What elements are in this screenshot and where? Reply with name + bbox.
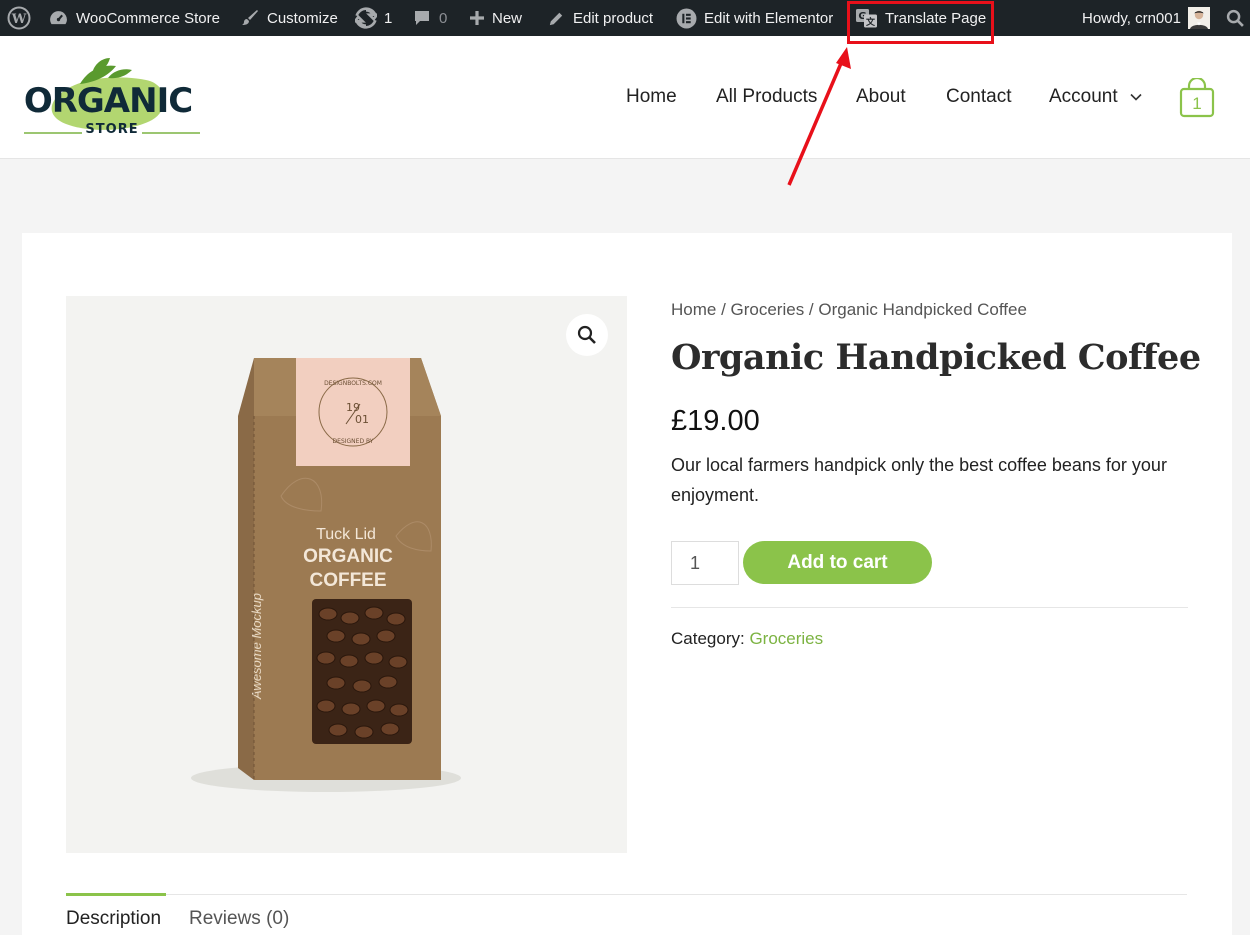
edit-product-link[interactable]: Edit product (547, 0, 653, 36)
edit-elementor-label: Edit with Elementor (704, 9, 834, 27)
cart-count: 1 (1192, 94, 1201, 113)
category-label: Category: (671, 629, 750, 648)
updates-count: 1 (384, 9, 393, 27)
comments-count: 0 (439, 9, 448, 27)
updates-icon (355, 7, 377, 29)
divider (671, 607, 1188, 608)
new-content-menu[interactable]: New (469, 0, 522, 36)
admin-search-icon[interactable] (1226, 0, 1245, 36)
product-category: Category: Groceries (671, 629, 823, 649)
bag-side-text: Awesome Mockup (249, 593, 264, 700)
nav-about[interactable]: About (856, 86, 906, 108)
svg-text:W: W (11, 12, 27, 27)
product-gallery: 19 01 DESIGNBOLTS.COM DESIGNED BY Tuck L… (66, 296, 627, 853)
translate-highlight-box (847, 1, 994, 44)
user-avatar-icon (1187, 7, 1210, 29)
cart-button[interactable]: 1 (1179, 76, 1215, 123)
active-tab-indicator (66, 893, 166, 896)
logo-wordmark: ORGANIC (24, 81, 192, 121)
nav-home[interactable]: Home (626, 86, 677, 108)
magnifier-icon (577, 325, 596, 344)
nav-all-products[interactable]: All Products (716, 86, 817, 108)
nav-account[interactable]: Account (1049, 86, 1118, 108)
nav-contact[interactable]: Contact (946, 86, 1011, 108)
customize-link[interactable]: Customize (240, 0, 338, 36)
label-ring-bottom: DESIGNED BY (333, 438, 374, 445)
chevron-down-icon (1130, 93, 1142, 101)
label-ring-top: DESIGNBOLTS.COM (324, 380, 382, 387)
pencil-icon (549, 12, 563, 25)
tabs-divider (66, 894, 1187, 895)
admin-bar: W WooCommerce Store Customize 1 0 New Ed… (0, 0, 1250, 36)
plus-icon (470, 11, 484, 25)
dashboard-icon (50, 10, 67, 24)
edit-elementor-link[interactable]: Edit with Elementor (676, 0, 833, 36)
zoom-button[interactable] (566, 314, 608, 356)
my-account-menu[interactable]: Howdy, crn001 (1082, 0, 1210, 36)
quantity-input[interactable] (671, 541, 739, 585)
customize-label: Customize (267, 9, 338, 27)
paintbrush-icon (242, 10, 258, 25)
bag-title-line2: COFFEE (309, 570, 386, 591)
product-price: £19.00 (671, 405, 760, 437)
product-image[interactable]: 19 01 DESIGNBOLTS.COM DESIGNED BY Tuck L… (66, 296, 627, 853)
bag-subtitle: Tuck Lid (316, 526, 376, 543)
nav-account-label: Account (1049, 86, 1118, 107)
add-to-cart-button[interactable]: Add to cart (743, 541, 932, 584)
site-name-menu[interactable]: WooCommerce Store (48, 0, 220, 36)
comment-icon (415, 11, 429, 25)
comments-link[interactable]: 0 (412, 0, 447, 36)
site-header: ORGANIC STORE Home All Products About Co… (0, 36, 1250, 159)
new-label: New (492, 9, 523, 27)
site-name-label: WooCommerce Store (76, 9, 220, 27)
product-title: Organic Handpicked Coffee (671, 337, 1201, 378)
logo-subtext: STORE (85, 122, 138, 136)
updates-link[interactable]: 1 (355, 0, 392, 36)
label-number-bottom: 01 (355, 413, 369, 426)
bag-title-line1: ORGANIC (303, 546, 393, 567)
wordpress-logo-icon[interactable]: W (7, 0, 31, 36)
product-card: 19 01 DESIGNBOLTS.COM DESIGNED BY Tuck L… (22, 233, 1232, 935)
elementor-icon (676, 8, 697, 28)
howdy-label: Howdy, crn001 (1082, 9, 1181, 27)
product-description: Our local farmers handpick only the best… (671, 455, 1167, 505)
breadcrumb[interactable]: Home / Groceries / Organic Handpicked Co… (671, 300, 1027, 320)
category-link[interactable]: Groceries (749, 629, 823, 648)
edit-product-label: Edit product (573, 9, 654, 27)
tab-description[interactable]: Description (66, 908, 161, 930)
site-logo[interactable]: ORGANIC STORE (22, 54, 202, 141)
shopping-bag-icon (1187, 76, 1207, 89)
tab-reviews[interactable]: Reviews (0) (189, 908, 289, 930)
